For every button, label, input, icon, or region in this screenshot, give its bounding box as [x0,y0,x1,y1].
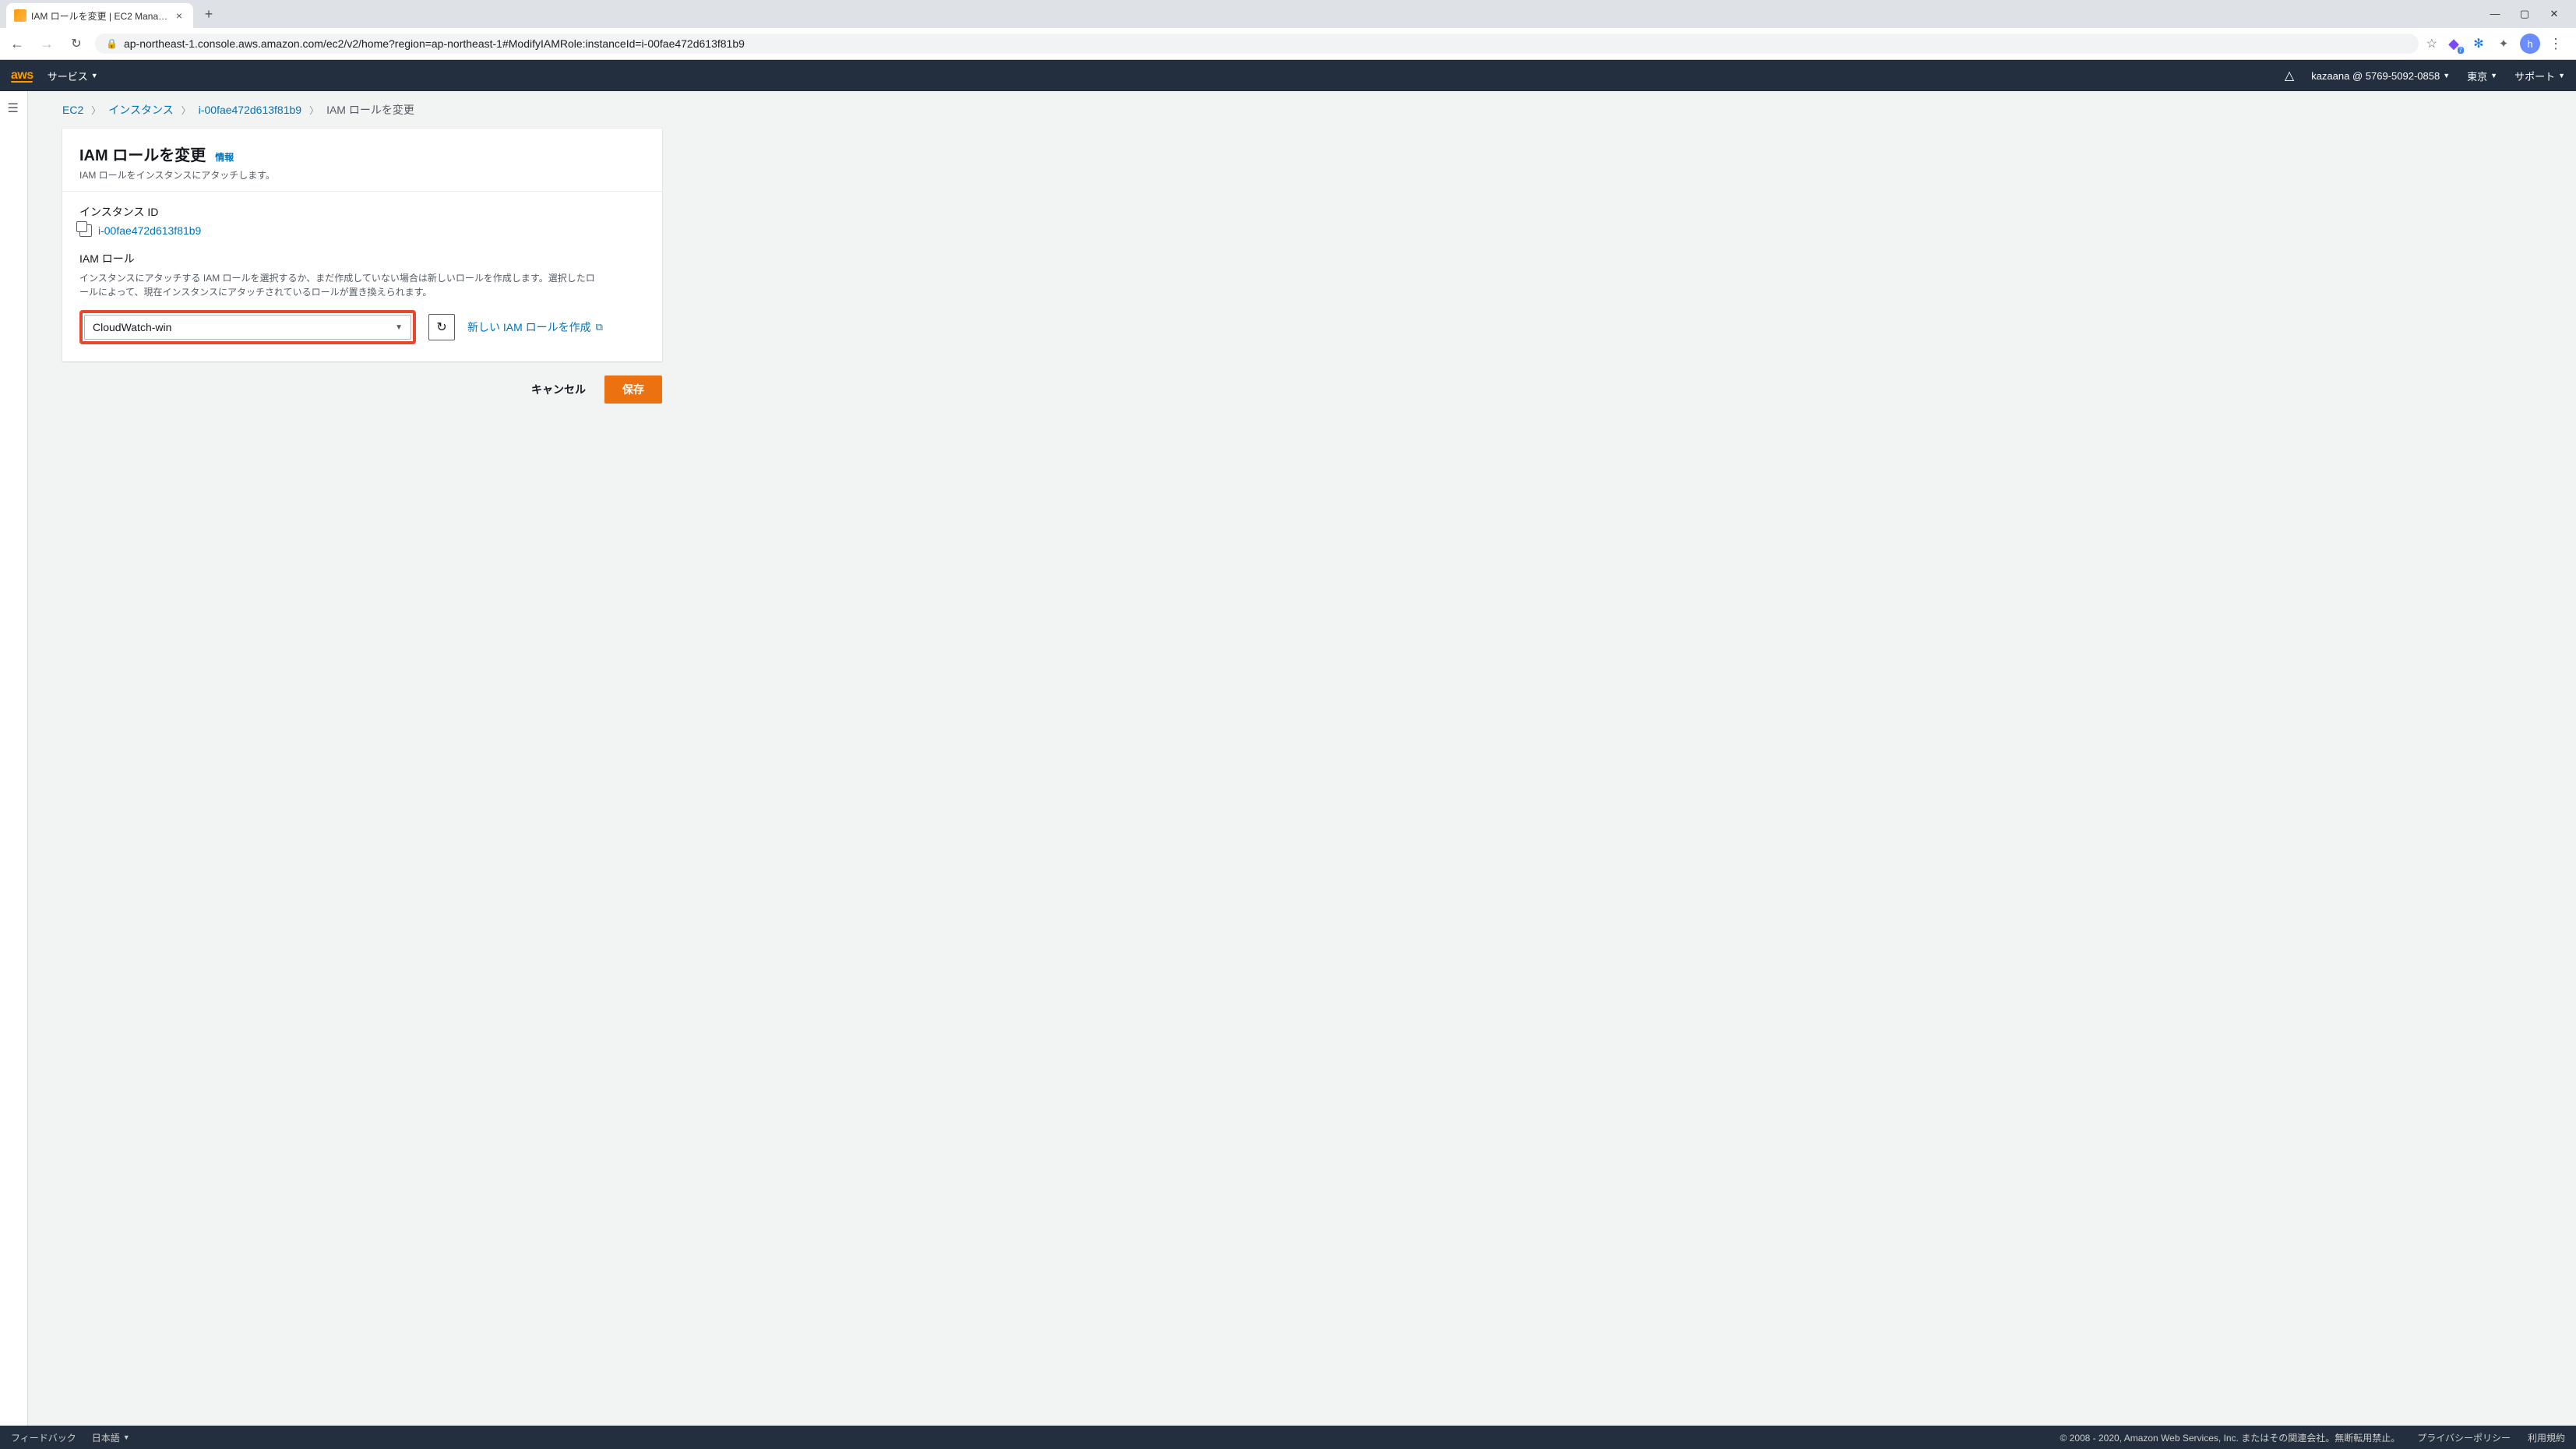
instance-id-label: インスタンス ID [79,204,645,220]
role-selected-value: CloudWatch-win [93,321,171,333]
card-subtitle: IAM ロールをインスタンスにアタッチします。 [79,168,645,182]
hamburger-icon[interactable]: ☰ [8,100,20,1426]
aws-logo[interactable]: aws [11,69,33,83]
services-menu[interactable]: サービス ▼ [48,69,98,83]
extension-blue-icon[interactable]: ✻ [2470,35,2487,52]
terms-link[interactable]: 利用規約 [2528,1431,2565,1444]
content: EC2 〉 インスタンス 〉 i-00fae472d613f81b9 〉 IAM… [28,91,2576,1426]
back-button[interactable]: ← [6,36,28,52]
iam-role-description: インスタンスにアタッチする IAM ロールを選択するか、まだ作成していない場合は… [79,271,601,299]
chevron-right-icon: 〉 [181,104,191,117]
copy-icon[interactable] [79,224,92,237]
save-button[interactable]: 保存 [604,375,662,404]
close-window-button[interactable]: ✕ [2546,8,2562,20]
refresh-button[interactable]: ↻ [65,36,87,51]
breadcrumb: EC2 〉 インスタンス 〉 i-00fae472d613f81b9 〉 IAM… [62,102,2562,118]
copyright-text: © 2008 - 2020, Amazon Web Services, Inc.… [2060,1431,2400,1444]
browser-chrome: IAM ロールを変更 | EC2 Manageme × + — ▢ ✕ ← → … [0,0,2576,60]
aws-favicon [14,9,26,22]
action-bar: キャンセル 保存 [62,361,662,418]
cancel-button[interactable]: キャンセル [527,375,590,404]
main-row: ☰ EC2 〉 インスタンス 〉 i-00fae472d613f81b9 〉 I… [0,91,2576,1426]
aws-header: aws サービス ▼ △ kazaana @ 5769-5092-0858 ▼ … [0,60,2576,91]
iam-role-label: IAM ロール [79,251,645,266]
browser-menu-icon[interactable]: ⋮ [2548,36,2564,52]
bookmark-star-icon[interactable]: ☆ [2426,36,2437,51]
role-select-highlight: CloudWatch-win ▼ [79,310,416,344]
url-text: ap-northeast-1.console.aws.amazon.com/ec… [124,37,745,50]
aws-footer: フィードバック 日本語 ▼ © 2008 - 2020, Amazon Web … [0,1426,2576,1449]
lock-icon: 🔒 [106,38,118,49]
chevron-right-icon: 〉 [91,104,100,117]
notifications-icon[interactable]: △ [2285,68,2294,83]
card-title: IAM ロールを変更 [79,143,206,165]
create-iam-role-link[interactable]: 新しい IAM ロールを作成 ⧉ [467,319,603,335]
support-menu[interactable]: サポート ▼ [2514,69,2565,83]
extension-purple-icon[interactable]: ◆7 [2445,35,2462,52]
caret-down-icon: ▼ [91,72,98,79]
extensions-icon[interactable]: ✦ [2495,35,2512,52]
close-icon[interactable]: × [173,9,185,22]
caret-down-icon: ▼ [2558,72,2565,79]
role-row: CloudWatch-win ▼ ↻ 新しい IAM ロールを作成 ⧉ [79,310,645,344]
url-field[interactable]: 🔒 ap-northeast-1.console.aws.amazon.com/… [95,33,2419,54]
instance-id-row: i-00fae472d613f81b9 [79,224,645,237]
addr-right: ☆ ◆7 ✻ ✦ h ⋮ [2426,33,2570,54]
profile-avatar[interactable]: h [2520,33,2540,54]
caret-down-icon: ▼ [2443,72,2450,79]
caret-down-icon: ▼ [2490,72,2497,79]
window-controls: — ▢ ✕ [2487,8,2570,20]
privacy-link[interactable]: プライバシーポリシー [2417,1431,2511,1444]
breadcrumb-current: IAM ロールを変更 [326,102,414,118]
breadcrumb-instances[interactable]: インスタンス [108,102,173,118]
info-link[interactable]: 情報 [215,150,234,164]
tab-title: IAM ロールを変更 | EC2 Manageme [31,9,168,23]
modify-iam-role-card: IAM ロールを変更 情報 IAM ロールをインスタンスにアタッチします。 イン… [62,129,662,361]
tab-bar: IAM ロールを変更 | EC2 Manageme × + — ▢ ✕ [0,0,2576,28]
instance-id-link[interactable]: i-00fae472d613f81b9 [98,224,201,237]
maximize-button[interactable]: ▢ [2517,8,2532,20]
external-link-icon: ⧉ [596,321,603,333]
language-select[interactable]: 日本語 ▼ [92,1431,130,1444]
caret-down-icon: ▼ [123,1433,130,1441]
breadcrumb-ec2[interactable]: EC2 [62,104,83,116]
minimize-button[interactable]: — [2487,8,2503,20]
address-bar: ← → ↻ 🔒 ap-northeast-1.console.aws.amazo… [0,28,2576,59]
account-menu[interactable]: kazaana @ 5769-5092-0858 ▼ [2311,70,2450,82]
refresh-roles-button[interactable]: ↻ [428,314,455,340]
region-menu[interactable]: 東京 ▼ [2467,69,2497,83]
card-header: IAM ロールを変更 情報 IAM ロールをインスタンスにアタッチします。 [62,129,662,192]
new-tab-button[interactable]: + [198,3,220,25]
sidebar-toggle: ☰ [0,91,28,1426]
breadcrumb-instance-id[interactable]: i-00fae472d613f81b9 [199,104,301,116]
feedback-link[interactable]: フィードバック [11,1431,76,1444]
chevron-right-icon: 〉 [309,104,319,117]
chevron-down-icon: ▼ [395,323,403,332]
iam-role-select[interactable]: CloudWatch-win ▼ [84,315,411,340]
forward-button[interactable]: → [36,36,58,52]
card-body: インスタンス ID i-00fae472d613f81b9 IAM ロール イン… [62,192,662,361]
browser-tab[interactable]: IAM ロールを変更 | EC2 Manageme × [6,3,193,28]
